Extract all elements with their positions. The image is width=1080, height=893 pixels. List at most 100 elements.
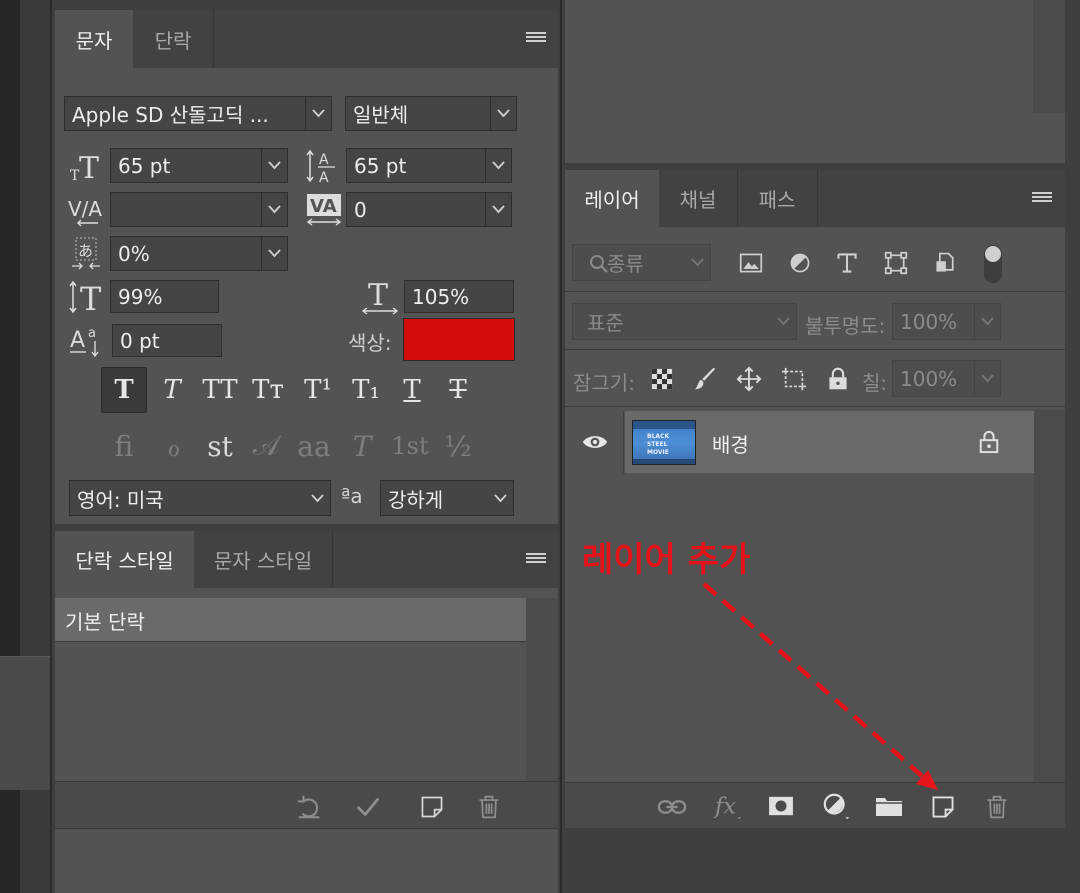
fill-label: 칠: — [862, 371, 888, 395]
new-style-icon[interactable] — [417, 792, 447, 822]
chevron-down-icon — [305, 97, 331, 130]
layers-lock-divider — [565, 406, 1065, 407]
chevron-down-icon — [974, 304, 1000, 339]
faux-italic-button[interactable]: T — [150, 368, 194, 412]
svg-text:T: T — [79, 151, 99, 184]
fill-field[interactable]: 100% — [892, 360, 1001, 397]
opacity-value: 100% — [900, 309, 958, 334]
chevron-down-icon — [684, 245, 710, 280]
kerning-field[interactable] — [110, 192, 288, 227]
svg-text:あ: あ — [78, 242, 93, 260]
chevron-down-icon — [490, 97, 516, 130]
text-color-swatch[interactable] — [403, 318, 515, 361]
subscript-button[interactable]: T₁ — [344, 368, 388, 412]
paragraph-styles-scrollbar[interactable] — [526, 598, 558, 781]
ligatures-button[interactable]: ﬁ — [102, 424, 146, 468]
chevron-down-icon — [261, 193, 287, 226]
panel-menu-icon[interactable] — [526, 32, 546, 46]
superscript-button[interactable]: T¹ — [296, 368, 340, 412]
font-style-value: 일반체 — [353, 103, 409, 127]
chevron-down-icon — [304, 481, 330, 515]
trash-icon[interactable] — [474, 792, 504, 822]
underline-button[interactable]: T — [390, 368, 434, 412]
tsume-field[interactable]: 0% — [110, 236, 288, 271]
discretionary-ligatures-button[interactable]: st — [198, 424, 242, 468]
upper-right-scrollbar[interactable] — [1033, 0, 1065, 113]
tracking-field[interactable]: 0 — [346, 192, 512, 227]
horizontal-scale-field[interactable]: 105% — [404, 280, 514, 313]
lock-all-icon[interactable] — [824, 365, 852, 393]
svg-text:T: T — [368, 279, 388, 313]
all-caps-button[interactable]: TT — [198, 368, 242, 412]
layers-blend-divider — [565, 349, 1065, 350]
blend-mode-select[interactable]: 표준 — [572, 303, 797, 340]
left-edge-panel-lower — [0, 656, 50, 790]
baseline-shift-field[interactable]: 0 pt — [112, 324, 222, 357]
font-size-field[interactable]: 65 pt — [110, 148, 288, 183]
panel-menu-icon[interactable] — [1032, 192, 1052, 206]
font-family-select[interactable]: Apple SD 산돌고딕 ... — [64, 96, 332, 131]
kerning-icon: V/A — [68, 192, 106, 228]
svg-text:A: A — [70, 328, 85, 353]
tab-channels[interactable]: 채널 — [659, 170, 738, 227]
language-value: 영어: 미국 — [77, 487, 164, 512]
tab-layers[interactable]: 레이어 — [565, 170, 659, 227]
layers-tabbar: 레이어 채널 패스 — [565, 170, 1065, 227]
opacity-field[interactable]: 100% — [892, 303, 1001, 340]
lock-artboard-icon[interactable] — [779, 365, 809, 393]
lock-label: 잠그기: — [573, 371, 635, 395]
font-style-select[interactable]: 일반체 — [345, 96, 517, 131]
filter-toggle-switch[interactable] — [984, 245, 1002, 283]
filter-pixel-icon[interactable] — [737, 249, 765, 277]
strikethrough-button[interactable]: T — [436, 368, 480, 412]
tracking-value: 0 — [354, 197, 367, 222]
leading-field[interactable]: 65 pt — [346, 148, 512, 183]
svg-text:VA: VA — [310, 196, 337, 217]
vertical-scale-field[interactable]: 99% — [110, 280, 219, 313]
small-caps-button[interactable]: Tт — [246, 368, 290, 412]
antialias-select[interactable]: 강하게 — [380, 480, 514, 516]
clear-override-icon[interactable] — [294, 792, 324, 822]
leading-value: 65 pt — [354, 153, 407, 178]
paragraph-style-item[interactable]: 기본 단락 — [55, 598, 526, 642]
lock-position-icon[interactable] — [735, 365, 763, 393]
tab-paragraph[interactable]: 단락 — [133, 10, 214, 68]
language-select[interactable]: 영어: 미국 — [69, 480, 331, 516]
layer-filter-select[interactable]: 종류 — [572, 244, 711, 281]
filter-smart-object-icon[interactable] — [931, 249, 959, 277]
leading-icon: AA — [305, 146, 341, 186]
tab-character[interactable]: 문자 — [55, 10, 133, 68]
stylistic-alternates-button[interactable]: aa — [292, 424, 336, 468]
svg-text:a: a — [88, 326, 96, 341]
tab-paths[interactable]: 패스 — [737, 170, 818, 227]
contextual-alternates-button[interactable]: ℴ — [152, 424, 196, 468]
faux-bold-glyph: T — [114, 375, 134, 405]
titling-alternates-button[interactable]: 𝑇 — [340, 424, 384, 468]
font-size-icon: TT — [68, 150, 104, 184]
layers-filter-divider — [565, 291, 1065, 292]
tab-character-styles[interactable]: 문자 스타일 — [194, 531, 333, 588]
chevron-down-icon — [770, 304, 796, 339]
baseline-shift-value: 0 pt — [120, 328, 160, 353]
horizontal-scale-value: 105% — [412, 284, 470, 309]
svg-text:V/A: V/A — [68, 197, 102, 221]
lock-image-pixels-icon[interactable] — [692, 365, 720, 393]
layer-row[interactable]: BLACK STEEL MOVIE 배경 — [565, 411, 1034, 473]
filter-kind-value: 종류 — [607, 252, 644, 276]
fill-value: 100% — [900, 366, 958, 391]
filter-type-icon[interactable] — [833, 249, 861, 277]
tab-paragraph-styles[interactable]: 단락 스타일 — [55, 531, 194, 588]
upper-right-panel — [565, 0, 1065, 163]
chevron-down-icon — [261, 149, 287, 182]
panel-menu-icon[interactable] — [526, 553, 546, 567]
fractions-button[interactable]: ½ — [436, 424, 480, 468]
paragraph-style-label: 기본 단락 — [65, 610, 145, 634]
baseline-shift-icon: Aa — [70, 323, 106, 359]
lock-transparent-pixels-icon[interactable] — [648, 365, 676, 393]
swash-button[interactable]: 𝒜 — [244, 424, 288, 468]
ordinals-button[interactable]: 1st — [388, 424, 432, 468]
eye-icon[interactable] — [579, 429, 611, 455]
filter-shape-icon[interactable] — [882, 249, 910, 277]
redefine-style-icon[interactable] — [353, 792, 383, 822]
filter-adjustment-icon[interactable] — [786, 249, 814, 277]
